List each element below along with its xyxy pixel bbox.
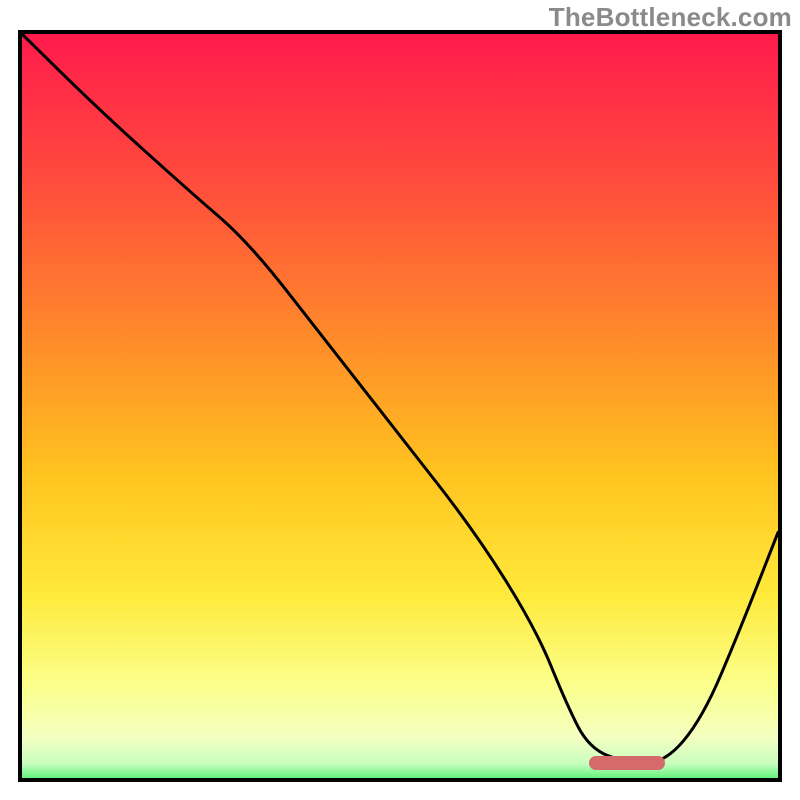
watermark-text: TheBottleneck.com [549, 2, 792, 33]
curve-layer [22, 34, 778, 778]
plot-frame [18, 30, 782, 782]
optimal-range-marker [589, 756, 665, 770]
bottleneck-curve [22, 34, 778, 763]
chart-stage: TheBottleneck.com [0, 0, 800, 800]
